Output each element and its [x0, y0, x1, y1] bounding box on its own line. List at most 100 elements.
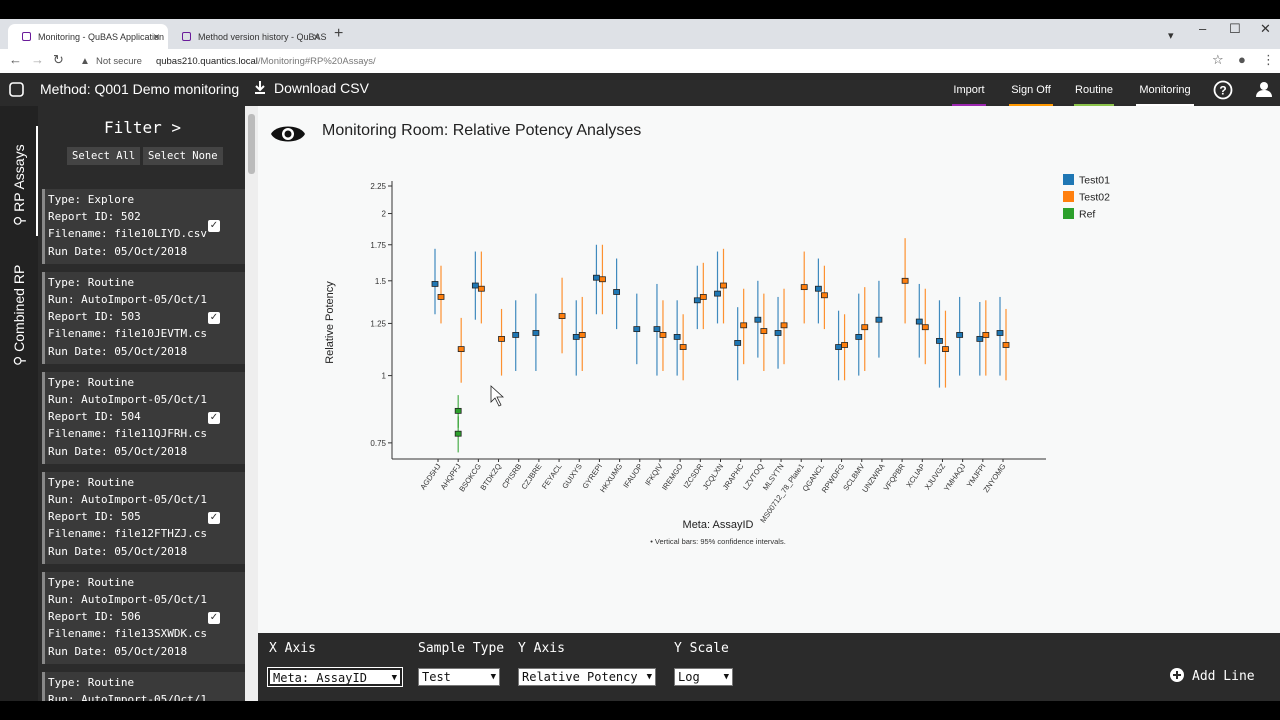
data-point: [936, 338, 943, 344]
warning-icon[interactable]: ▲: [80, 56, 90, 67]
y-axis-select[interactable]: Relative Potency ▼: [518, 668, 656, 686]
report-card-line: Run: AutoImport-05/Oct/1: [48, 593, 207, 606]
y-tick-label: 1.25: [370, 319, 386, 328]
data-point: [471, 282, 479, 289]
include-checkbox[interactable]: ✓: [208, 220, 220, 233]
select-none-button[interactable]: Select None: [143, 147, 223, 165]
data-point: [599, 276, 606, 283]
data-point: [921, 324, 929, 331]
select-all-button[interactable]: Select All: [67, 147, 141, 165]
chart-note: • Vertical bars: 95% confidence interval…: [650, 537, 786, 546]
x-axis-value: Meta: AssayID: [273, 671, 367, 685]
maximize-icon[interactable]: ☐: [1229, 21, 1241, 37]
report-card-line: Type: Routine: [48, 475, 135, 489]
new-tab-icon[interactable]: +: [334, 25, 343, 43]
forward-icon[interactable]: →: [31, 52, 44, 67]
data-point: [982, 332, 990, 338]
report-card[interactable]: Type: RoutineRun: AutoImport-05/Oct/1Rep…: [42, 471, 245, 564]
not-secure-label: Not secure: [96, 55, 142, 67]
nav-routine[interactable]: Routine: [1068, 73, 1120, 106]
report-card[interactable]: Type: RoutineRun: AutoImport-05/Oct/1Rep…: [42, 371, 245, 464]
url-field[interactable]: ▲ Not secure qubas210.quantics.local/Mon…: [80, 49, 376, 73]
close-window-icon[interactable]: ✕: [1260, 21, 1271, 37]
y-scale-select[interactable]: Log ▼: [674, 668, 733, 686]
report-card-line: Run: AutoImport-05/Oct/1: [48, 393, 207, 406]
scroll-thumb[interactable]: [248, 114, 255, 174]
sample-type-select[interactable]: Test ▼: [418, 668, 500, 686]
tab-search-icon[interactable]: ▾: [1168, 29, 1174, 42]
filter-panel: Filter > Select All Select None Type: Ex…: [38, 106, 245, 701]
nav-sign-off[interactable]: Sign Off: [1003, 73, 1059, 106]
nav-monitoring[interactable]: Monitoring: [1130, 73, 1200, 106]
profile-icon[interactable]: ●: [1238, 52, 1246, 67]
report-card[interactable]: Type: RoutineRun: AutoImport-05/Oct/1Rep…: [42, 571, 245, 664]
data-point: [532, 330, 540, 336]
data-point: [800, 284, 808, 291]
nav-label: Routine: [1075, 83, 1113, 96]
data-point: [760, 328, 768, 334]
close-tab-icon[interactable]: ×: [313, 30, 320, 44]
filter-heading[interactable]: Filter >: [104, 118, 181, 137]
y-axis-label: Y Axis: [518, 641, 565, 656]
data-point: [431, 281, 439, 287]
include-checkbox[interactable]: ✓: [208, 611, 220, 624]
help-icon[interactable]: ?: [1213, 80, 1233, 100]
x-tick-label: VFQPBR: [882, 462, 907, 493]
reload-icon[interactable]: ↻: [53, 52, 64, 68]
y-scale-label: Y Scale: [674, 641, 729, 656]
data-point: [613, 289, 621, 295]
data-point: [875, 316, 883, 323]
download-csv-button[interactable]: Download CSV: [254, 80, 369, 96]
nav-label: Import: [953, 83, 985, 96]
x-axis-select[interactable]: Meta: AssayID ▼: [267, 667, 403, 687]
data-point: [679, 344, 687, 350]
report-card[interactable]: Type: RoutineRun: AutoImport-05/Oct/1Rep…: [42, 271, 245, 364]
back-icon[interactable]: ←: [9, 52, 22, 67]
sidebar-toggle-icon[interactable]: [9, 82, 24, 97]
report-card-line: Run Date: 05/Oct/2018: [48, 244, 188, 258]
legend-label: Test01: [1079, 175, 1110, 187]
report-card-line: Run Date: 05/Oct/2018: [48, 644, 188, 658]
nav-import[interactable]: Import: [946, 73, 992, 106]
tab-method-history[interactable]: Method version history - QuBAS ×: [168, 24, 328, 49]
relative-potency-chart[interactable]: 0.7511.251.51.7522.25Relative PotencyAGD…: [258, 166, 1258, 586]
data-point: [714, 290, 721, 297]
download-icon: [255, 81, 265, 94]
data-point: [572, 334, 580, 340]
legend-label: Ref: [1079, 209, 1095, 221]
include-checkbox[interactable]: ✓: [208, 511, 220, 524]
data-point: [915, 318, 923, 325]
bookmark-star-icon[interactable]: ☆: [1212, 52, 1224, 68]
data-point: [498, 335, 505, 342]
add-line-button[interactable]: Add Line: [1170, 668, 1255, 684]
data-point: [477, 285, 485, 292]
y-tick-label: 1: [382, 372, 387, 381]
report-card-line: Run: AutoImport-05/Oct/1: [48, 293, 207, 306]
data-point: [835, 344, 842, 350]
chevron-down-icon: ▼: [490, 672, 496, 682]
combined-rp-tab[interactable]: ⚲ Combined RP: [11, 265, 28, 366]
rp-assays-tab[interactable]: ⚲ RP Assays: [11, 144, 28, 226]
data-point: [956, 332, 964, 338]
nav-label: Sign Off: [1011, 83, 1051, 96]
report-card[interactable]: Type: Explore Report ID: 502 Filename: fil…: [42, 189, 245, 264]
download-label: Download CSV: [274, 80, 369, 96]
data-point: [841, 342, 848, 348]
include-checkbox[interactable]: ✓: [208, 311, 220, 324]
data-point: [996, 330, 1004, 336]
minimize-icon[interactable]: –: [1199, 21, 1206, 36]
data-point: [653, 326, 661, 333]
close-tab-icon[interactable]: ×: [153, 30, 160, 44]
data-point: [780, 322, 788, 329]
report-card-line: Filename: file10JEVTM.cs: [48, 327, 207, 341]
filter-scrollbar[interactable]: [245, 106, 258, 701]
report-card-line: Run Date: 05/Oct/2018: [48, 444, 188, 458]
address-bar-row: ← → ↻ ▲ Not secure qubas210.quantics.loc…: [0, 49, 1280, 74]
user-icon[interactable]: [1255, 80, 1273, 98]
report-card[interactable]: Type: RoutineRun: AutoImport-05/Oct/1Rep…: [42, 671, 245, 701]
menu-kebab-icon[interactable]: ⋮: [1262, 52, 1275, 68]
data-point: [774, 330, 782, 336]
report-card-line: Filename: file12FTHZJ.cs: [48, 527, 207, 541]
tab-monitoring[interactable]: Monitoring - QuBAS Application ×: [8, 24, 168, 49]
include-checkbox[interactable]: ✓: [208, 411, 220, 424]
